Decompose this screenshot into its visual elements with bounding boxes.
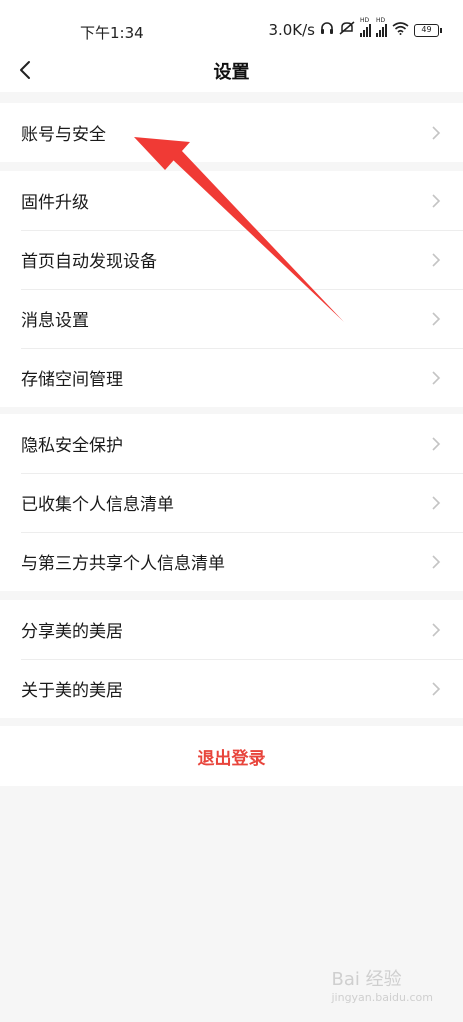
settings-item-label: 分享美的美居 — [21, 622, 123, 642]
settings-item-label: 账号与安全 — [21, 125, 106, 145]
headphone-icon — [320, 21, 334, 39]
settings-item-label: 关于美的美居 — [21, 681, 123, 701]
chevron-right-icon — [432, 682, 441, 696]
settings-item-auto-discover[interactable]: 首页自动发现设备 — [0, 230, 463, 289]
wifi-icon — [392, 21, 409, 39]
settings-item-label: 首页自动发现设备 — [21, 252, 157, 272]
settings-item-storage[interactable]: 存储空间管理 — [0, 348, 463, 407]
settings-item-collected-info[interactable]: 已收集个人信息清单 — [0, 473, 463, 532]
chevron-right-icon — [432, 253, 441, 267]
settings-item-privacy-protection[interactable]: 隐私安全保护 — [0, 414, 463, 473]
settings-item-label: 与第三方共享个人信息清单 — [21, 554, 225, 574]
settings-item-label: 已收集个人信息清单 — [21, 495, 174, 515]
chevron-right-icon — [432, 371, 441, 385]
chevron-right-icon — [432, 312, 441, 326]
settings-group-about: 分享美的美居 关于美的美居 — [0, 600, 463, 718]
watermark-url: jingyan.baidu.com — [331, 991, 433, 1004]
settings-item-firmware-upgrade[interactable]: 固件升级 — [0, 171, 463, 230]
chevron-right-icon — [432, 437, 441, 451]
settings-item-label: 固件升级 — [21, 193, 89, 213]
settings-group-privacy: 隐私安全保护 已收集个人信息清单 与第三方共享个人信息清单 — [0, 414, 463, 591]
settings-item-account-security[interactable]: 账号与安全 — [0, 103, 463, 162]
status-time: 下午1:34 — [80, 24, 144, 42]
settings-item-about-app[interactable]: 关于美的美居 — [0, 659, 463, 718]
settings-group-account: 账号与安全 — [0, 103, 463, 162]
settings-item-share-app[interactable]: 分享美的美居 — [0, 600, 463, 659]
signal-icon: HD — [360, 17, 371, 37]
watermark-text: Bai 经验 — [331, 969, 402, 990]
battery-icon: 49 — [414, 23, 442, 37]
settings-item-notifications[interactable]: 消息设置 — [0, 289, 463, 348]
chevron-right-icon — [432, 555, 441, 569]
network-speed: 3.0K/s — [268, 21, 315, 39]
watermark: Bai 经验 jingyan.baidu.com — [331, 965, 433, 1004]
settings-item-label: 存储空间管理 — [21, 370, 123, 390]
chevron-right-icon — [432, 194, 441, 208]
nav-bar: 设置 — [0, 48, 463, 92]
status-icons: 3.0K/s HD HD 49 — [268, 17, 442, 39]
settings-item-shared-info[interactable]: 与第三方共享个人信息清单 — [0, 532, 463, 591]
mute-icon — [339, 21, 355, 39]
page-title: 设置 — [213, 62, 250, 83]
settings-item-label: 隐私安全保护 — [21, 436, 123, 456]
chevron-right-icon — [432, 126, 441, 140]
settings-item-label: 消息设置 — [21, 311, 89, 331]
logout-button[interactable]: 退出登录 — [0, 726, 463, 786]
chevron-right-icon — [432, 623, 441, 637]
signal-icon-2: HD — [376, 17, 387, 37]
chevron-right-icon — [432, 496, 441, 510]
settings-group-device: 固件升级 首页自动发现设备 消息设置 存储空间管理 — [0, 171, 463, 407]
